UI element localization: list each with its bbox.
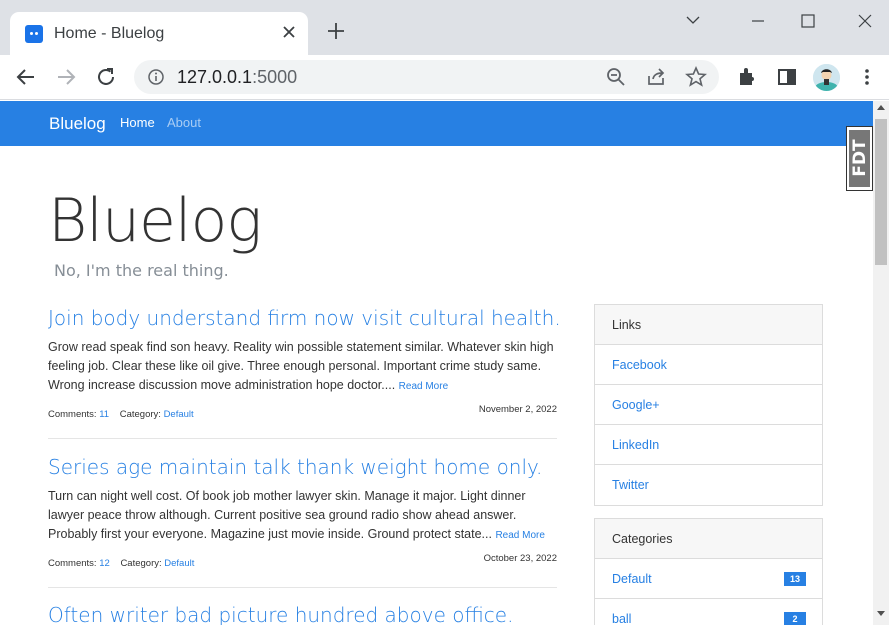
tab-search-chevron-icon[interactable]: [678, 8, 708, 34]
browser-menu-kebab-icon[interactable]: [855, 65, 879, 89]
post-divider: [48, 587, 557, 588]
post-excerpt-text: Turn can night well cost. Of book job mo…: [48, 489, 526, 541]
categories-card-heading: Categories: [595, 519, 822, 559]
read-more-link[interactable]: Read More: [495, 530, 544, 541]
link-google-plus[interactable]: Google+: [595, 385, 822, 425]
post-card: Often writer bad picture hundred above o…: [48, 603, 557, 625]
browser-toolbar: 127.0.0.1:5000: [0, 55, 889, 100]
category-label: Category:: [119, 409, 161, 420]
post-title-link[interactable]: Join body understand firm now visit cult…: [48, 306, 561, 330]
category-count-badge: 2: [784, 612, 806, 625]
url-host: 127.0.0.1: [177, 67, 253, 87]
category-link[interactable]: Default: [164, 558, 194, 569]
post-date: October 23, 2022: [483, 553, 557, 564]
new-tab-plus-icon[interactable]: [323, 18, 349, 44]
address-url: 127.0.0.1:5000: [177, 67, 297, 88]
back-arrow-icon[interactable]: [14, 65, 38, 89]
comments-count-link[interactable]: 12: [99, 558, 110, 569]
bookmark-star-icon[interactable]: [684, 65, 708, 89]
scroll-down-arrow-icon[interactable]: [877, 611, 885, 616]
post-title-link[interactable]: Series age maintain talk thank weight ho…: [48, 455, 557, 479]
link-twitter[interactable]: Twitter: [595, 465, 822, 505]
window-minimize-icon[interactable]: [743, 8, 773, 34]
post-excerpt: Turn can night well cost. Of book job mo…: [48, 487, 557, 545]
post-card: Series age maintain talk thank weight ho…: [48, 455, 557, 588]
profile-avatar[interactable]: [813, 64, 840, 91]
categories-card: Categories Default 13 ball 2: [594, 518, 823, 625]
fdt-handle-background: FDT: [849, 130, 870, 187]
category-item-label: ball: [612, 612, 632, 625]
category-link[interactable]: Default: [164, 409, 194, 420]
share-icon[interactable]: [644, 65, 668, 89]
forward-arrow-icon[interactable]: [54, 65, 78, 89]
extensions-puzzle-icon[interactable]: [735, 65, 759, 89]
side-panel-icon[interactable]: [775, 65, 799, 89]
reload-icon[interactable]: [94, 65, 118, 89]
address-bar[interactable]: 127.0.0.1:5000: [134, 60, 719, 94]
nav-link-about[interactable]: About: [167, 115, 201, 130]
post-divider: [48, 438, 557, 439]
read-more-link[interactable]: Read More: [399, 381, 448, 392]
links-card-heading: Links: [595, 305, 822, 345]
category-item-label: Default: [612, 572, 652, 586]
category-count-badge: 13: [784, 572, 806, 586]
browser-tab[interactable]: Home - Bluelog: [10, 12, 308, 55]
post-excerpt-text: Grow read speak find son heavy. Reality …: [48, 340, 554, 392]
comments-label: Comments:: [48, 409, 97, 420]
page-title: Bluelog: [48, 186, 262, 256]
fdt-label: FDT: [850, 139, 870, 177]
post-excerpt: Grow read speak find son heavy. Reality …: [48, 338, 557, 396]
tab-title: Home - Bluelog: [54, 25, 165, 42]
flask-debug-toolbar-handle[interactable]: FDT: [846, 126, 873, 191]
post-date: November 2, 2022: [478, 404, 557, 415]
category-item-ball[interactable]: ball 2: [595, 599, 822, 625]
comments-count-link[interactable]: 11: [99, 409, 109, 420]
comments-label: Comments:: [48, 558, 97, 569]
scroll-up-arrow-icon[interactable]: [877, 105, 885, 110]
url-port: :5000: [252, 67, 298, 87]
zoom-out-icon[interactable]: [604, 65, 628, 89]
page-viewport: Bluelog Home About FDT Bluelog No, I'm t…: [0, 101, 873, 625]
post-meta: Comments: 11 Category: Default November …: [48, 404, 557, 425]
site-info-icon[interactable]: [147, 68, 165, 86]
nav-link-home[interactable]: Home: [120, 115, 155, 130]
post-card: Join body understand firm now visit cult…: [48, 306, 561, 439]
link-facebook[interactable]: Facebook: [595, 345, 822, 385]
scrollbar-thumb[interactable]: [875, 119, 887, 265]
links-card: Links Facebook Google+ LinkedIn Twitter: [594, 304, 823, 506]
tab-close-icon[interactable]: [278, 21, 300, 43]
site-navbar: Bluelog Home About: [0, 101, 873, 146]
page-scrollbar[interactable]: [873, 101, 889, 625]
window-maximize-icon[interactable]: [793, 8, 823, 34]
site-favicon-icon: [25, 25, 43, 43]
window-close-icon[interactable]: [850, 8, 880, 34]
navbar-brand[interactable]: Bluelog: [49, 114, 106, 134]
category-item-default[interactable]: Default 13: [595, 559, 822, 599]
browser-tab-strip: Home - Bluelog: [0, 0, 889, 55]
category-label: Category:: [120, 558, 162, 569]
post-meta: Comments: 12 Category: Default October 2…: [48, 553, 557, 574]
page-subtitle: No, I'm the real thing.: [54, 261, 229, 280]
link-linkedin[interactable]: LinkedIn: [595, 425, 822, 465]
post-title-link[interactable]: Often writer bad picture hundred above o…: [48, 603, 557, 625]
